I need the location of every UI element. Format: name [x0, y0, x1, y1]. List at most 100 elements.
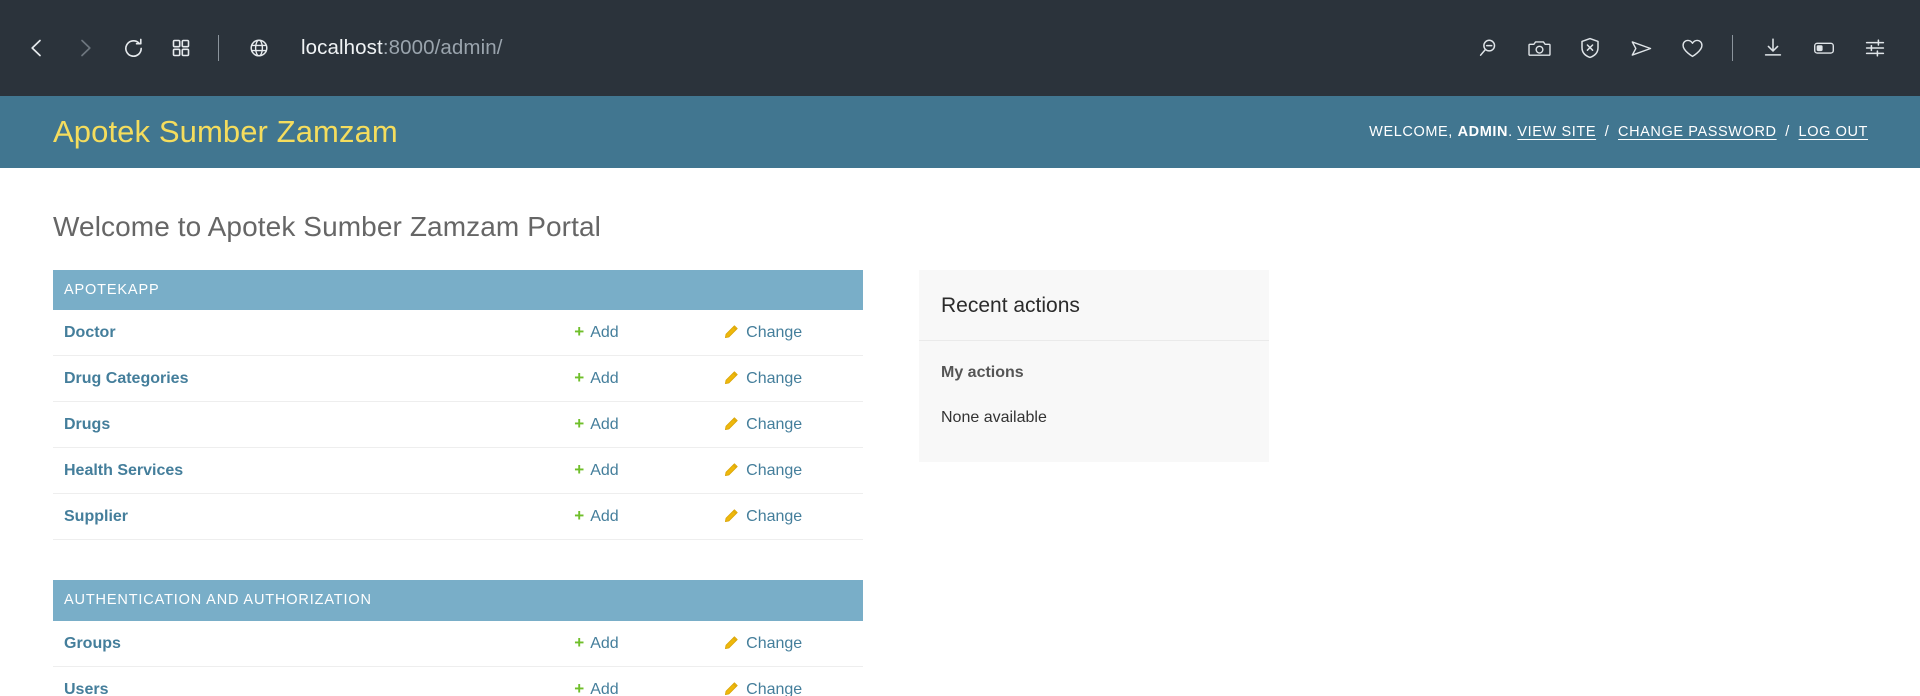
pencil-icon-wrap — [724, 508, 739, 530]
model-name-cell: Users — [53, 666, 563, 696]
url-bar[interactable]: localhost:8000/admin/ — [301, 36, 503, 60]
change-link[interactable]: Change — [724, 508, 802, 525]
reload-icon — [124, 38, 142, 57]
plus-icon: + — [574, 460, 585, 480]
welcome-period: . — [1508, 124, 1513, 140]
globe-icon — [250, 39, 268, 57]
admin-header: Apotek Sumber Zamzam WELCOME, ADMIN. VIE… — [0, 96, 1920, 168]
zoom-out-button[interactable] — [1465, 25, 1511, 71]
change-password-link[interactable]: CHANGE PASSWORD — [1618, 124, 1777, 140]
plus-icon: + — [574, 678, 585, 696]
add-label: Add — [590, 416, 619, 434]
change-link[interactable]: Change — [724, 324, 802, 341]
favorite-button[interactable] — [1669, 25, 1715, 71]
model-link[interactable]: Drug Categories — [64, 370, 188, 387]
add-cell: + Add — [563, 402, 713, 448]
forward-icon — [81, 39, 91, 57]
reader-view-icon — [1814, 42, 1834, 54]
add-link[interactable]: + Add — [574, 632, 618, 652]
app-module-caption[interactable]: AUTHENTICATION AND AUTHORIZATION — [53, 580, 863, 621]
pencil-icon — [725, 325, 738, 339]
app-model-row: Groups + Add Change — [53, 621, 863, 667]
pencil-icon-wrap — [724, 462, 739, 484]
separator-2: / — [1785, 124, 1790, 140]
reader-view-button[interactable] — [1801, 25, 1847, 71]
model-link[interactable]: Drugs — [64, 416, 110, 433]
add-label: Add — [590, 462, 619, 480]
change-label: Change — [746, 324, 803, 342]
plus-icon: + — [574, 322, 585, 342]
log-out-link[interactable]: LOG OUT — [1799, 124, 1868, 140]
screenshot-button[interactable] — [1516, 25, 1562, 71]
reload-button[interactable] — [110, 25, 156, 71]
back-button[interactable] — [14, 25, 60, 71]
welcome-prefix: WELCOME, — [1369, 124, 1453, 140]
browser-toolbar: localhost:8000/admin/ — [0, 0, 1920, 96]
change-link[interactable]: Change — [724, 681, 802, 696]
browser-actions-group — [1465, 25, 1898, 71]
add-link[interactable]: + Add — [574, 322, 619, 342]
heart-icon — [1681, 39, 1703, 57]
app-model-row: Drugs + Add Change — [53, 402, 863, 448]
model-link[interactable]: Health Services — [64, 462, 183, 479]
model-name-cell: Supplier — [53, 494, 563, 540]
add-cell: + Add — [563, 621, 713, 666]
pencil-icon-wrap — [724, 416, 739, 438]
add-cell: + Add — [563, 448, 713, 494]
back-icon — [31, 39, 41, 57]
change-cell: Change — [713, 402, 863, 448]
change-link[interactable]: Change — [724, 635, 802, 652]
recent-actions-title: Recent actions — [919, 270, 1269, 341]
send-icon — [1631, 40, 1651, 56]
change-link[interactable]: Change — [724, 462, 802, 479]
pencil-icon-wrap — [724, 681, 739, 696]
add-link[interactable]: + Add — [574, 460, 619, 480]
send-button[interactable] — [1618, 25, 1664, 71]
change-cell: Change — [713, 666, 863, 696]
model-link[interactable]: Users — [64, 681, 108, 696]
add-cell: + Add — [563, 310, 713, 355]
change-link[interactable]: Change — [724, 416, 802, 433]
app-model-row: Doctor + Add Change — [53, 310, 863, 356]
recent-actions-module: Recent actions My actions None available — [919, 269, 1269, 463]
model-link[interactable]: Supplier — [64, 508, 128, 525]
page-title: Welcome to Apotek Sumber Zamzam Portal — [53, 211, 601, 242]
change-label: Change — [746, 461, 803, 479]
site-info-button[interactable] — [239, 25, 279, 71]
add-label: Add — [590, 680, 619, 696]
change-label: Change — [746, 680, 803, 696]
add-link[interactable]: + Add — [574, 368, 618, 387]
app-module-caption[interactable]: APOTEKAPP — [53, 269, 863, 311]
apps-grid-button[interactable] — [158, 25, 204, 71]
apps-grid-icon — [172, 39, 190, 57]
forward-button[interactable] — [62, 25, 108, 71]
settings-button[interactable] — [1852, 25, 1898, 71]
plus-icon: + — [574, 632, 585, 652]
pencil-icon — [725, 417, 738, 430]
main-content: Welcome to Apotek Sumber Zamzam Portal A… — [0, 168, 1920, 696]
add-link[interactable]: + Add — [574, 414, 619, 434]
add-label: Add — [590, 508, 619, 526]
change-link[interactable]: Change — [724, 370, 802, 387]
view-site-link[interactable]: VIEW SITE — [1517, 124, 1596, 140]
pencil-icon — [725, 463, 738, 476]
zoom-out-icon — [1479, 39, 1496, 56]
url-host: localhost — [301, 36, 383, 59]
site-title[interactable]: Apotek Sumber Zamzam — [53, 114, 398, 149]
settings-sliders-icon — [1865, 39, 1885, 57]
plus-icon: + — [574, 414, 585, 434]
change-label: Change — [746, 634, 803, 652]
model-link[interactable]: Doctor — [64, 324, 116, 341]
add-link[interactable]: + Add — [574, 506, 619, 526]
user-tools: WELCOME, ADMIN. VIEW SITE / CHANGE PASSW… — [1369, 124, 1890, 140]
change-label: Change — [746, 507, 803, 525]
app-modules: APOTEKAPP Doctor + Add Change Drug Categories… — [53, 269, 863, 696]
shield-block-button[interactable] — [1567, 25, 1613, 71]
add-cell: + Add — [563, 494, 713, 540]
downloads-button[interactable] — [1750, 25, 1796, 71]
camera-icon — [1527, 40, 1551, 56]
add-label: Add — [590, 324, 619, 342]
add-link[interactable]: + Add — [574, 678, 619, 696]
model-link[interactable]: Groups — [64, 635, 121, 652]
pencil-icon — [725, 636, 738, 649]
